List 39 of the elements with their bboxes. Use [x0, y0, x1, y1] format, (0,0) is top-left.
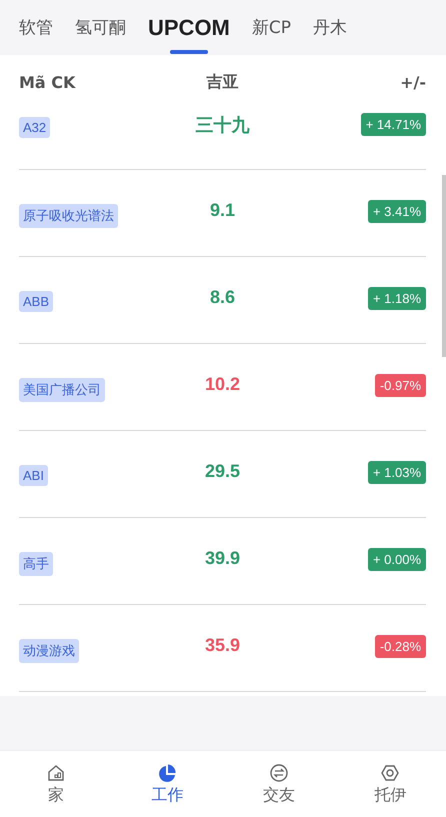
tab[interactable]: 软管 — [8, 0, 64, 55]
price-text: 三十九 — [196, 115, 250, 135]
column-header: 吉亚 — [206, 72, 240, 92]
nav-item[interactable]: 交友 — [223, 751, 334, 817]
scrollbar[interactable] — [442, 175, 446, 357]
tab[interactable]: 新CP — [240, 0, 302, 55]
exchange-icon — [268, 762, 289, 782]
stock-code-tag[interactable]: ABB — [19, 291, 54, 312]
price-text: 39.9 — [204, 548, 240, 568]
nav-item[interactable]: 托伊 — [334, 751, 446, 817]
settings-icon — [380, 762, 400, 782]
stock-code-tag[interactable]: A32 — [19, 117, 50, 138]
column-header: +/- — [399, 72, 426, 92]
pie-chart-icon — [157, 762, 178, 782]
price-text: 10.2 — [204, 374, 240, 394]
price-text: 9.1 — [210, 200, 236, 220]
change-badge: -0.28% — [374, 635, 426, 658]
change-badge: + 14.71% — [360, 113, 426, 136]
change-badge: + 3.41% — [368, 200, 426, 223]
stock-code-tag[interactable]: 原子吸收光谱法 — [19, 204, 118, 228]
change-badge: + 1.18% — [368, 287, 426, 310]
change-badge: -0.97% — [374, 374, 426, 397]
price-text: 35.9 — [204, 635, 240, 655]
change-badge: + 0.00% — [368, 548, 426, 571]
home-icon — [46, 762, 66, 782]
active-tab-indicator — [170, 50, 208, 54]
tab[interactable]: 氢可酮 — [64, 0, 137, 55]
tab[interactable]: UPCOM — [137, 0, 241, 55]
price-text: 29.5 — [204, 461, 240, 481]
column-header: Mã CK — [19, 72, 77, 92]
change-badge: + 1.03% — [368, 461, 426, 484]
stock-code-tag[interactable]: ABI — [19, 465, 48, 486]
stock-code-tag[interactable]: 高手 — [19, 552, 53, 576]
price-text: 8.6 — [210, 287, 236, 307]
stock-code-tag[interactable]: 美国广播公司 — [19, 378, 105, 402]
tab[interactable]: 丹木 — [302, 0, 358, 55]
nav-item[interactable]: 工作 — [112, 751, 223, 817]
nav-item[interactable]: 家 — [0, 751, 112, 817]
stock-code-tag[interactable]: 动漫游戏 — [19, 639, 79, 663]
